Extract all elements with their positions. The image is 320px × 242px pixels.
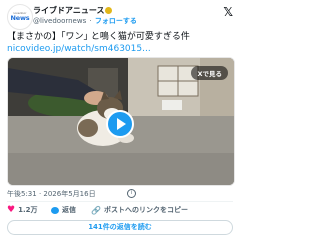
- read-replies-button[interactable]: 141件の返信を読む: [7, 220, 233, 235]
- info-icon[interactable]: i: [127, 189, 136, 198]
- link-icon: 🔗: [91, 205, 101, 215]
- timestamp[interactable]: 午後5:31 · 2026年5月16日: [7, 189, 96, 199]
- handle[interactable]: @livedoornews: [33, 17, 86, 25]
- reply-icon: [51, 206, 59, 214]
- like-button[interactable]: ♥ 1.2万: [7, 205, 37, 215]
- reply-button[interactable]: 返信: [51, 205, 76, 215]
- copy-link-label: ポストへのリンクをコピー: [103, 206, 188, 214]
- post-link[interactable]: nicovideo.jp/watch/sm463015...: [7, 43, 237, 55]
- handle-row: @livedoornews · フォローする: [33, 16, 137, 26]
- copy-link-button[interactable]: 🔗 ポストへのリンクをコピー: [91, 205, 188, 215]
- avatar[interactable]: Livedoor News: [7, 4, 33, 30]
- embedded-post: Livedoor News ライブドアニュース @livedoornews · …: [0, 0, 240, 242]
- post-text: 【まさかの】｢ワン｣ と鳴く猫が可愛すぎる件: [7, 32, 190, 42]
- display-name-text: ライブドアニュース: [33, 6, 105, 15]
- view-on-x-badge[interactable]: Xで見る: [191, 66, 228, 80]
- play-icon: [117, 118, 126, 130]
- display-name[interactable]: ライブドアニュース: [33, 5, 113, 16]
- separator: ·: [89, 17, 92, 25]
- like-count: 1.2万: [18, 206, 38, 214]
- divider: [7, 201, 233, 202]
- reply-label: 返信: [62, 206, 76, 214]
- video-thumbnail[interactable]: Xで見る: [7, 57, 235, 186]
- avatar-brand: News: [10, 14, 30, 22]
- play-button[interactable]: [106, 110, 134, 138]
- verified-badge-icon: [105, 7, 113, 14]
- x-logo-icon[interactable]: 𝕏: [223, 5, 233, 19]
- follow-button[interactable]: フォローする: [95, 17, 137, 25]
- heart-icon: ♥: [7, 205, 16, 215]
